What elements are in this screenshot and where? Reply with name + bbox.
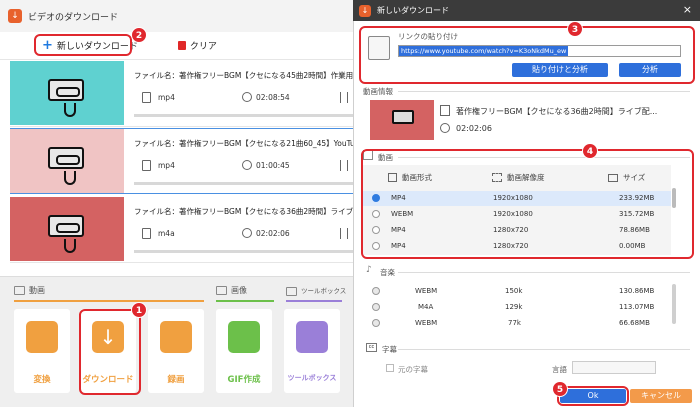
section-toolbox: ツールボックス [286, 285, 346, 296]
window-title: ビデオのダウンロード [28, 12, 119, 23]
toolbox-icon [296, 321, 328, 353]
file-name: ファイル名：著作権フリーBGM【クセになる45曲2時間】作業用BGM ライブ配信 [134, 71, 354, 80]
download-item[interactable]: ファイル名：著作権フリーBGM【クセになる21曲60_45】YouTube素材 … [10, 128, 355, 194]
dialog-title: 新しいダウンロード [377, 6, 449, 15]
highlight-video-formats [361, 149, 694, 259]
duration: 02:02:06 [256, 229, 290, 238]
audio-row[interactable]: M4A 129k 113.07MB [363, 300, 671, 315]
app-logo-icon: ↓ [8, 9, 22, 23]
trash-icon [177, 41, 186, 50]
duration: 01:00:45 [256, 161, 290, 170]
convert-tool[interactable]: 変換 [14, 309, 70, 393]
dialog-title-bar: ↓ 新しいダウンロード × [353, 0, 700, 21]
clock-icon [242, 228, 252, 238]
file-format: mp4 [158, 161, 175, 170]
language-label: 言語 [552, 365, 567, 374]
video-title: 著作権フリーBGM【クセになる36曲2時間】ライブ配... [456, 107, 658, 116]
subtitle-checkbox[interactable] [386, 364, 394, 372]
duration: 02:08:54 [256, 93, 290, 102]
resolution-icon [340, 92, 348, 103]
film-icon [26, 321, 58, 353]
step-badge-3: 3 [567, 21, 583, 37]
step-badge-5: 5 [552, 381, 568, 397]
download-progress [134, 114, 354, 117]
download-progress [134, 250, 354, 253]
video-info-label: 動画情報 [363, 87, 393, 96]
music-note-icon: ♪ [366, 265, 372, 275]
radio-unselected[interactable] [372, 319, 380, 327]
resolution-icon [340, 228, 348, 239]
screen-record-icon [160, 321, 192, 353]
video-section-icon [14, 286, 25, 295]
audio-section-label: 音楽 [380, 268, 395, 277]
toolbox-tool[interactable]: ツールボックス [284, 309, 340, 393]
file-format: m4a [158, 229, 175, 238]
section-divider [216, 300, 274, 302]
audio-row[interactable]: WEBM 77k 66.68MB [363, 316, 671, 331]
cancel-button[interactable]: キャンセル [630, 389, 692, 403]
divider [398, 272, 690, 273]
section-divider [14, 300, 204, 302]
resolution-icon [340, 160, 348, 171]
section-video: 動画 [14, 285, 45, 296]
screen-record-tool[interactable]: 録画 [148, 309, 204, 393]
left-title-bar: ↓ ビデオのダウンロード [0, 0, 355, 32]
step-badge-1: 1 [131, 302, 147, 318]
download-item[interactable]: ファイル名：著作権フリーBGM【クセになる36曲2時間】ライブ配信 作業用 勉強… [10, 197, 355, 263]
app-logo-icon: ↓ [359, 4, 371, 17]
section-divider [286, 300, 342, 302]
file-format: mp4 [158, 93, 175, 102]
highlight-new-download [34, 34, 132, 56]
file-name: ファイル名：著作権フリーBGM【クセになる21曲60_45】YouTube素材 … [134, 139, 354, 148]
original-subtitle-label: 元の字幕 [398, 365, 428, 374]
file-name: ファイル名：著作権フリーBGM【クセになる36曲2時間】ライブ配信 作業用 勉強 [134, 207, 354, 216]
video-thumbnail [10, 197, 124, 261]
audio-row[interactable]: WEBM 150k 130.86MB [363, 284, 671, 299]
clock-icon [242, 160, 252, 170]
file-format-icon [142, 160, 151, 171]
step-badge-2: 2 [131, 27, 147, 43]
radio-unselected[interactable] [372, 287, 380, 295]
video-thumbnail [10, 61, 124, 125]
download-progress [134, 182, 354, 185]
file-icon [440, 105, 450, 116]
radio-unselected[interactable] [372, 303, 380, 311]
subtitle-cc-icon: cc [366, 343, 377, 352]
audio-table-scrollbar[interactable] [672, 284, 676, 324]
download-item[interactable]: ファイル名：著作権フリーBGM【クセになる45曲2時間】作業用BGM ライブ配信… [10, 61, 355, 127]
clock-icon [440, 123, 450, 133]
video-duration: 02:02:06 [456, 124, 492, 133]
gif-maker-tool[interactable]: GIF作成 [216, 309, 272, 393]
divider [398, 91, 690, 92]
clock-icon [242, 92, 252, 102]
video-thumbnail [370, 100, 434, 140]
divider [398, 349, 690, 350]
language-select[interactable] [572, 361, 656, 374]
section-image: 画像 [216, 285, 247, 296]
gif-icon [228, 321, 260, 353]
file-format-icon [142, 92, 151, 103]
video-thumbnail [10, 129, 124, 193]
toolbox-section-icon [286, 286, 297, 296]
subtitle-section-label: 字幕 [382, 345, 397, 354]
file-format-icon [142, 228, 151, 239]
clear-button[interactable]: クリア [177, 39, 217, 52]
close-icon[interactable]: × [683, 3, 692, 16]
image-section-icon [216, 286, 227, 295]
highlight-link-area [359, 26, 695, 84]
step-badge-4: 4 [582, 143, 598, 159]
highlight-download-tool [79, 309, 141, 395]
